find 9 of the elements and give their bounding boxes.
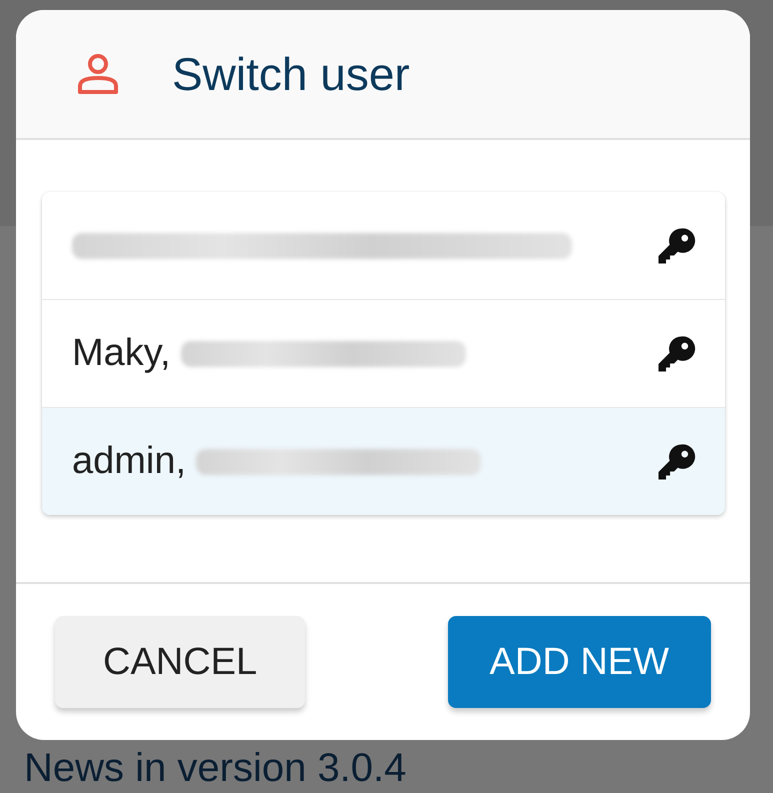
user-name: Maky, bbox=[72, 332, 171, 375]
user-icon bbox=[76, 52, 120, 96]
user-row[interactable]: Maky, bbox=[42, 299, 725, 407]
news-link[interactable]: News in version 3.0.4 bbox=[0, 745, 773, 791]
user-row[interactable]: admin, bbox=[42, 407, 725, 515]
user-name: admin, bbox=[72, 440, 186, 483]
add-new-button[interactable]: ADD NEW bbox=[448, 616, 711, 708]
cancel-button[interactable]: CANCEL bbox=[55, 616, 306, 708]
dialog-title: Switch user bbox=[172, 47, 410, 101]
